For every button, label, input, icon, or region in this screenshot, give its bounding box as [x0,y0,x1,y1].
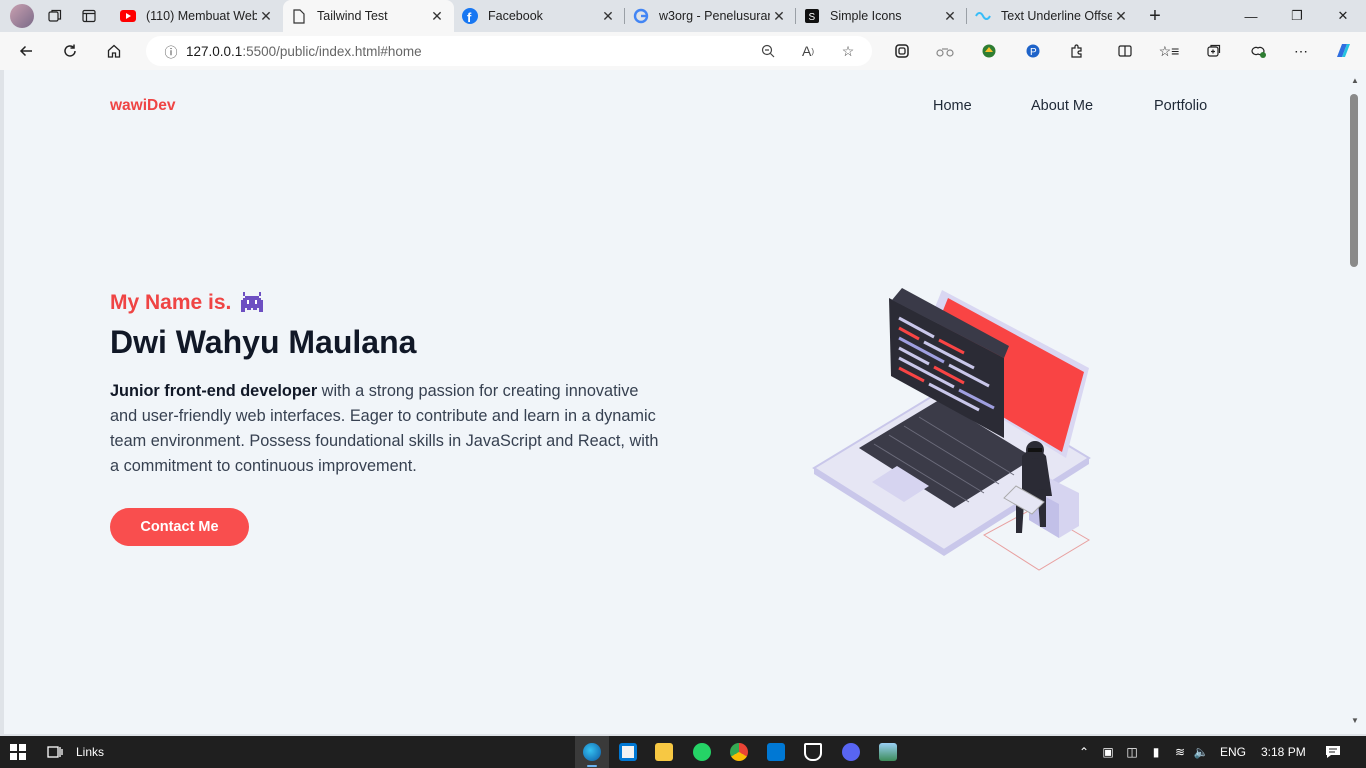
windows-start-icon[interactable] [8,736,28,768]
wifi-icon[interactable]: ≋ [1172,736,1188,768]
discord-taskbar-icon[interactable] [834,736,868,768]
links-toolbar-label[interactable]: Links [76,736,104,768]
copilot-icon[interactable] [1329,36,1357,66]
site-info-icon[interactable]: ⓘ [156,42,186,61]
extension-1-icon[interactable] [888,36,916,66]
hero-subtitle: My Name is. [110,290,265,316]
browser-tab[interactable]: f Facebook ✕ [454,0,625,32]
page-icon [291,8,307,24]
tab-close-icon[interactable]: ✕ [770,8,788,25]
notifications-icon[interactable] [1324,736,1342,768]
close-window-icon[interactable]: ✕ [1320,0,1366,32]
browser-tab-bar: (110) Membuat Web ✕ Tailwind Test ✕ f Faceboo… [0,0,1366,32]
extensions-puzzle-icon[interactable] [1063,36,1091,66]
back-icon[interactable] [8,36,44,66]
page-scrollbar[interactable]: ▲ ▼ [1346,70,1366,734]
file-explorer-taskbar-icon[interactable] [647,736,681,768]
tab-title: Text Underline Offset [1001,9,1112,23]
tab-close-icon[interactable]: ✕ [941,8,959,25]
volume-icon[interactable]: 🔈 [1193,736,1209,768]
extension-4-icon[interactable]: P [1019,36,1047,66]
tray-app-1-icon[interactable]: ▣ [1100,736,1116,768]
whatsapp-taskbar-icon[interactable] [685,736,719,768]
site-logo[interactable]: wawiDev [110,97,175,115]
svg-text:f: f [467,10,472,24]
settings-more-icon[interactable]: ⋯ [1287,36,1315,66]
split-screen-icon[interactable] [1111,36,1139,66]
workspaces-icon[interactable] [38,2,72,30]
tab-title: (110) Membuat Web [146,9,257,23]
tab-close-icon[interactable]: ✕ [1112,8,1130,25]
security-taskbar-icon[interactable] [796,736,830,768]
minimize-icon[interactable]: — [1228,0,1274,32]
svg-text:P: P [1030,47,1037,58]
photos-taskbar-icon[interactable] [871,736,905,768]
clock[interactable]: 3:18 PM [1261,736,1306,768]
web-page: wawiDev Home About Me Portfolio My Name … [4,70,1346,734]
vscode-taskbar-icon[interactable] [759,736,793,768]
collections-icon[interactable] [1200,36,1228,66]
tab-title: w3org - Penelusuran [659,9,770,23]
extension-3-icon[interactable] [975,36,1003,66]
refresh-icon[interactable] [52,36,88,66]
address-bar[interactable]: ⓘ 127.0.0.1:5500/public/index.html#home … [146,36,872,66]
store-taskbar-icon[interactable] [611,736,645,768]
window-controls: — ❐ ✕ [1228,0,1366,32]
scroll-up-icon[interactable]: ▲ [1350,76,1360,85]
browser-tab[interactable]: Text Underline Offset ✕ [967,0,1138,32]
hero-description: Junior front-end developer with a strong… [110,379,670,479]
simple-icons-icon: S [804,8,820,24]
nav-portfolio[interactable]: Portfolio [1154,98,1207,114]
browser-tab[interactable]: w3org - Penelusuran ✕ [625,0,796,32]
nav-about-me[interactable]: About Me [1031,98,1093,114]
scrollbar-thumb[interactable] [1350,94,1358,267]
language-indicator[interactable]: ENG [1220,736,1246,768]
tab-title: Facebook [488,9,543,23]
google-icon [633,8,649,24]
home-icon[interactable] [96,36,132,66]
restore-icon[interactable]: ❐ [1274,0,1320,32]
url-text: 127.0.0.1:5500/public/index.html#home [186,43,422,59]
youtube-icon [120,8,136,24]
show-hidden-icons-icon[interactable]: ⌃ [1076,736,1092,768]
hero-description-bold: Junior front-end developer [110,382,318,400]
battery-icon[interactable]: ▮ [1148,736,1164,768]
profile-avatar[interactable] [10,4,34,28]
browser-tab[interactable]: (110) Membuat Web ✕ [112,0,283,32]
tab-actions-icon[interactable] [72,2,106,30]
svg-text:S: S [809,12,816,23]
tab-title: Simple Icons [830,9,902,23]
browser-essentials-icon[interactable] [1244,36,1272,66]
favorite-star-icon[interactable]: ☆ [836,40,860,62]
tray-app-2-icon[interactable]: ◫ [1124,736,1140,768]
favorites-icon[interactable]: ☆≡ [1155,36,1183,66]
extension-2-icon[interactable] [931,36,959,66]
read-aloud-icon[interactable]: A) [796,40,820,62]
zoom-icon[interactable] [756,40,780,62]
nav-home[interactable]: Home [933,98,972,114]
chrome-taskbar-icon[interactable] [722,736,756,768]
tab-close-icon[interactable]: ✕ [428,8,446,25]
browser-tab[interactable]: S Simple Icons ✕ [796,0,967,32]
scroll-down-icon[interactable]: ▼ [1350,716,1360,725]
hacker-laptop-illustration [804,288,1094,573]
facebook-icon: f [462,8,478,24]
contact-me-button[interactable]: Contact Me [110,508,249,546]
task-view-icon[interactable] [44,736,66,768]
windows-taskbar: Links ⌃ ▣ ◫ ▮ ≋ 🔈 ENG 3:18 PM [0,736,1366,768]
tab-close-icon[interactable]: ✕ [599,8,617,25]
new-tab-button[interactable]: + [1138,2,1172,30]
edge-taskbar-icon[interactable] [575,736,609,768]
alien-monster-icon [239,290,265,316]
tailwind-icon [975,8,991,24]
browser-tab[interactable]: Tailwind Test ✕ [283,0,454,32]
hero-name: Dwi Wahyu Maulana [110,324,417,360]
hero-subtitle-text: My Name is. [110,291,232,314]
tab-title: Tailwind Test [317,9,388,23]
tab-close-icon[interactable]: ✕ [257,8,275,25]
